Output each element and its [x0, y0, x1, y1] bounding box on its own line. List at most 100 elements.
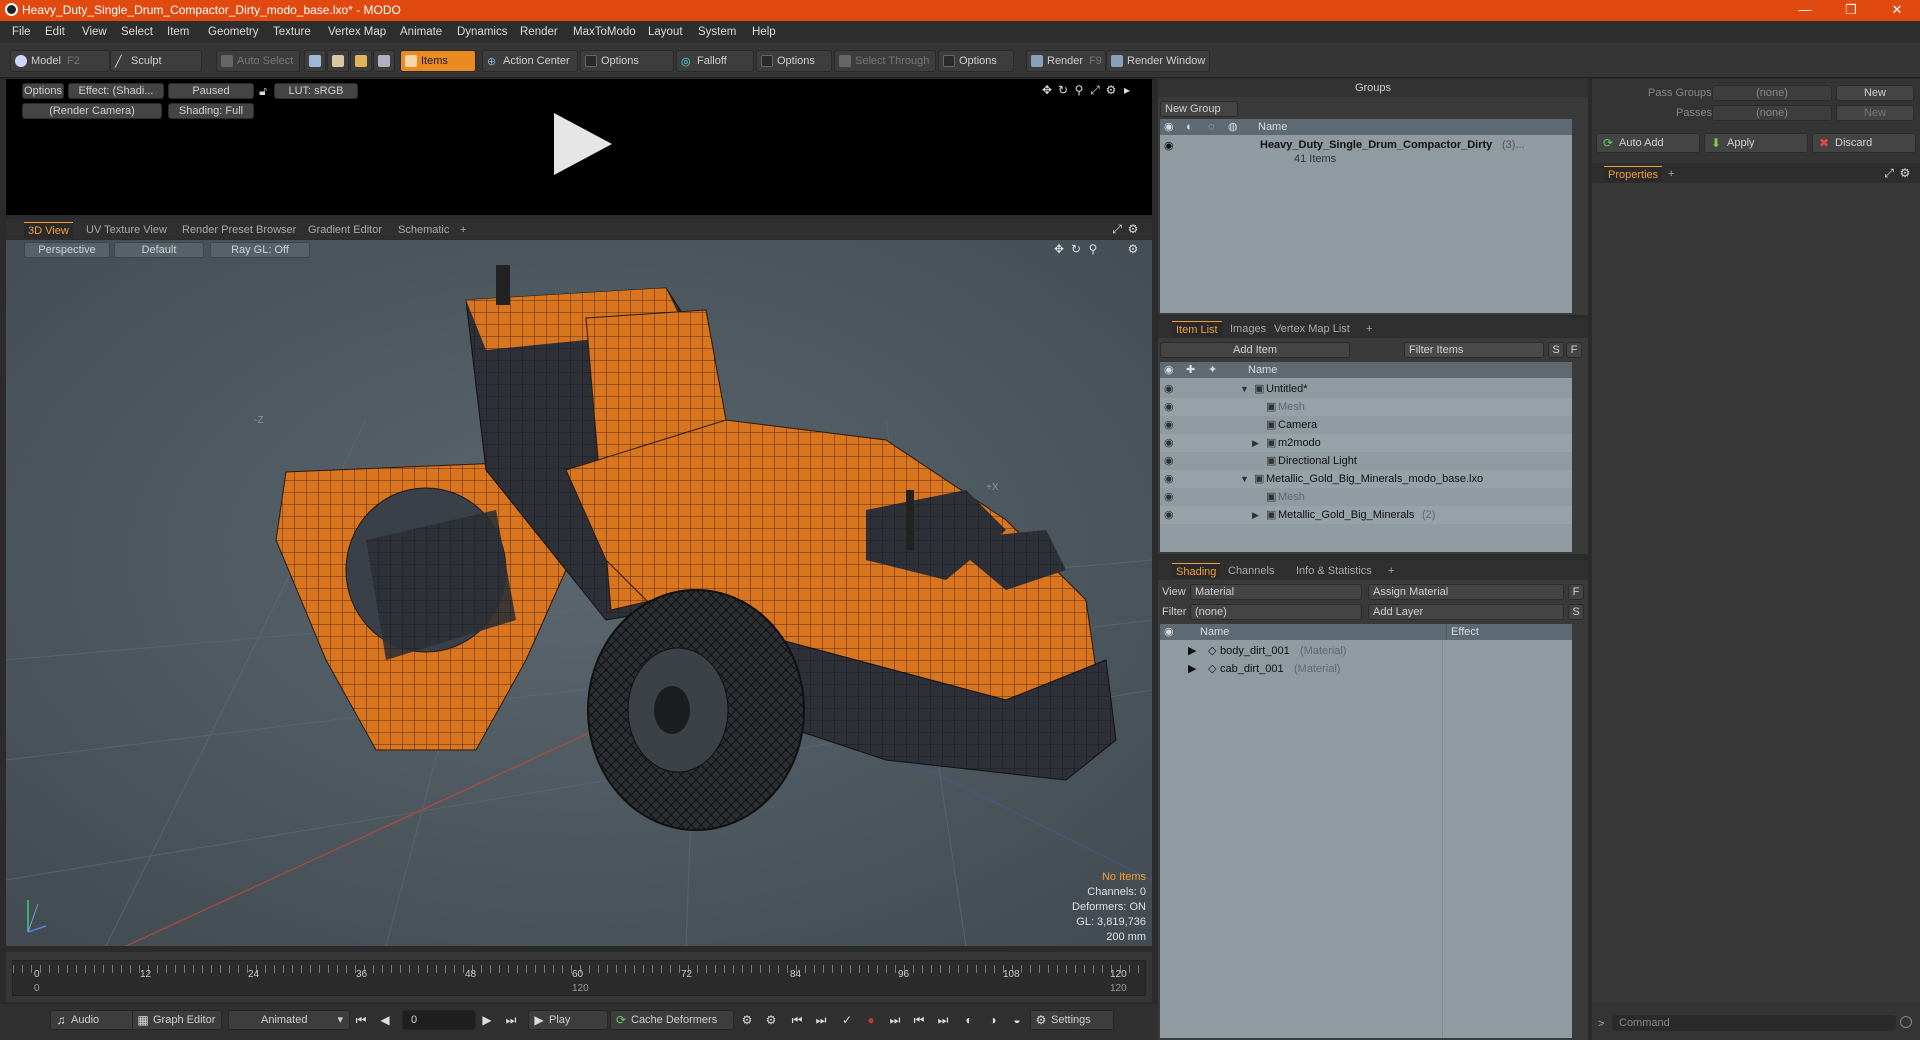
key-filter-icon[interactable]: ⏭: [888, 1013, 902, 1027]
pan-icon[interactable]: ✥: [1040, 83, 1054, 97]
tab-schematic[interactable]: Schematic: [394, 222, 453, 238]
cache-deformers-button[interactable]: ⟳ Cache Deformers: [610, 1010, 734, 1030]
preview-options-button[interactable]: Options: [22, 83, 64, 99]
shading-f-button[interactable]: F: [1568, 584, 1584, 600]
visibility-eye-icon[interactable]: ◉: [1164, 452, 1174, 470]
visibility-eye-icon[interactable]: ◉: [1164, 398, 1174, 416]
tab-shading[interactable]: Shading: [1172, 563, 1221, 579]
expand-arrow-icon[interactable]: ▶: [1188, 660, 1196, 678]
tab-vertex-map-list[interactable]: Vertex Map List: [1270, 321, 1354, 337]
tab-render-preset-browser[interactable]: Render Preset Browser: [178, 222, 300, 238]
item-list-row[interactable]: ◉ ▣ Mesh: [1160, 398, 1572, 416]
edges-mode-button[interactable]: [327, 50, 349, 72]
shader-row[interactable]: ▶ ◇ body_dirt_001 (Material): [1160, 642, 1572, 660]
visibility-eye-icon[interactable]: ◉: [1164, 380, 1174, 398]
menu-texture[interactable]: Texture: [273, 26, 311, 38]
filter-dropdown[interactable]: (none): [1190, 604, 1362, 620]
render-camera-dropdown[interactable]: (Render Camera): [22, 103, 162, 119]
menu-vertex-map[interactable]: Vertex Map: [328, 26, 386, 38]
visibility-eye-icon[interactable]: ◉: [1164, 506, 1174, 524]
item-list-row[interactable]: ◉ ▼ ▣ Untitled*: [1160, 380, 1572, 398]
prev-key-icon[interactable]: ⏮: [790, 1013, 804, 1027]
model-mode-button[interactable]: Model F2: [10, 50, 110, 72]
gear-icon[interactable]: ⚙: [1126, 222, 1140, 236]
shading-dropdown[interactable]: Shading: Full: [168, 103, 254, 119]
groups-list[interactable]: ◉ ◐ ◌ ◍ Name ◉ Heavy_Duty_Single_Drum_Co…: [1160, 119, 1572, 313]
tab-3d-view[interactable]: 3D View: [24, 222, 73, 238]
expand-arrow-icon[interactable]: ▼: [1240, 380, 1249, 398]
frame-input[interactable]: 0: [402, 1010, 476, 1030]
group-row[interactable]: ◉ Heavy_Duty_Single_Drum_Compactor_Dirty…: [1160, 137, 1572, 171]
next-key-icon[interactable]: ⏭: [814, 1013, 828, 1027]
add-layer-dropdown[interactable]: Add Layer: [1368, 604, 1564, 620]
item-list-row[interactable]: ◉ ▶ ▣ Metallic_Gold_Big_Minerals (2): [1160, 506, 1572, 524]
gear-icon[interactable]: ⚙: [1898, 166, 1912, 180]
pass-groups-dropdown[interactable]: (none): [1712, 85, 1832, 101]
key-all-icon[interactable]: ⚙: [764, 1013, 778, 1027]
add-tab-button[interactable]: +: [1362, 321, 1376, 337]
passes-dropdown[interactable]: (none): [1712, 105, 1832, 121]
default-style-dropdown[interactable]: Default: [114, 242, 204, 258]
tab-channels[interactable]: Channels: [1224, 563, 1278, 579]
pan-icon[interactable]: ✥: [1052, 242, 1066, 256]
preview-paused-button[interactable]: Paused: [168, 83, 254, 99]
add-item-dropdown[interactable]: Add Item: [1160, 342, 1350, 358]
item-list[interactable]: ◉ ✚ ✦ Name ◉ ▼ ▣ Untitled* ◉ ▣ Mesh ◉ ▣ Camera ◉ ▶ ▣…: [1160, 362, 1572, 552]
zoom-icon[interactable]: ⚲: [1072, 83, 1086, 97]
visibility-eye-icon[interactable]: ◉: [1164, 137, 1174, 155]
gear-icon[interactable]: ⚙: [1126, 242, 1140, 256]
tab-info-statistics[interactable]: Info & Statistics: [1292, 563, 1376, 579]
menu-animate[interactable]: Animate: [400, 26, 442, 38]
visibility-eye-icon[interactable]: ◉: [1164, 470, 1174, 488]
onion-icon[interactable]: ◒: [1010, 1013, 1024, 1027]
rotate-icon[interactable]: ↻: [1069, 242, 1083, 256]
shading-s-button[interactable]: S: [1568, 604, 1584, 620]
graph-editor-button[interactable]: ▦ Graph Editor: [132, 1010, 222, 1030]
add-tab-button[interactable]: +: [456, 222, 470, 238]
select-through-options-button[interactable]: Options: [938, 50, 1014, 72]
apply-button[interactable]: ⬇ Apply: [1704, 133, 1808, 153]
animated-dropdown[interactable]: Animated ▾: [228, 1010, 350, 1030]
item-list-row[interactable]: ◉ ▣ Camera: [1160, 416, 1572, 434]
menu-system[interactable]: System: [698, 26, 736, 38]
maximize-button[interactable]: ❐: [1828, 0, 1874, 21]
action-center-button[interactable]: ⊕ Action Center: [482, 50, 578, 72]
vertices-mode-button[interactable]: [304, 50, 326, 72]
add-tab-button[interactable]: +: [1384, 563, 1398, 579]
loop-icon[interactable]: ◑: [986, 1013, 1000, 1027]
play-button[interactable]: ▶ Play: [528, 1010, 608, 1030]
assign-material-button[interactable]: Assign Material: [1368, 584, 1564, 600]
key-icon[interactable]: ⚙: [740, 1013, 754, 1027]
lut-dropdown[interactable]: LUT: sRGB: [274, 83, 358, 99]
visibility-eye-icon[interactable]: ◉: [1164, 416, 1174, 434]
shader-row[interactable]: ▶ ◇ cab_dirt_001 (Material): [1160, 660, 1572, 678]
tab-gradient-editor[interactable]: Gradient Editor: [304, 222, 386, 238]
menu-select[interactable]: Select: [121, 26, 153, 38]
auto-add-button[interactable]: ⟳ Auto Add: [1596, 133, 1700, 153]
auto-select-button[interactable]: Auto Select: [216, 50, 300, 72]
add-tab-button[interactable]: +: [1664, 166, 1678, 182]
next-frame-icon[interactable]: ▶: [480, 1013, 494, 1027]
raygl-dropdown[interactable]: Ray GL: Off: [210, 242, 310, 258]
next-marker-icon[interactable]: ⏭: [936, 1013, 950, 1027]
polygons-mode-button[interactable]: [350, 50, 372, 72]
menu-help[interactable]: Help: [752, 26, 776, 38]
menu-render[interactable]: Render: [520, 26, 558, 38]
shader-tree[interactable]: ◉ Name Effect ▶ ◇ body_dirt_001 (Materia…: [1160, 624, 1572, 1038]
audio-button[interactable]: ♫ Audio: [50, 1010, 136, 1030]
filter-items-input[interactable]: Filter Items: [1404, 342, 1544, 358]
discard-button[interactable]: ✖ Discard: [1812, 133, 1916, 153]
items-mode-button[interactable]: Items: [400, 50, 476, 72]
perspective-dropdown[interactable]: Perspective: [24, 242, 110, 258]
menu-dynamics[interactable]: Dynamics: [457, 26, 507, 38]
preview-effect-dropdown[interactable]: Effect: (Shadi...: [68, 83, 164, 99]
maximize-icon[interactable]: ⤢: [1882, 166, 1896, 180]
menu-file[interactable]: File: [12, 26, 31, 38]
filter-s-button[interactable]: S: [1548, 342, 1564, 358]
render-button[interactable]: Render F9: [1026, 50, 1106, 72]
sound-icon[interactable]: ◐: [962, 1013, 976, 1027]
sculpt-mode-button[interactable]: ╱ Sculpt: [110, 50, 202, 72]
view-dropdown[interactable]: Material: [1190, 584, 1362, 600]
item-list-row[interactable]: ◉ ▣ Directional Light: [1160, 452, 1572, 470]
expand-arrow-icon[interactable]: ▼: [1240, 470, 1249, 488]
